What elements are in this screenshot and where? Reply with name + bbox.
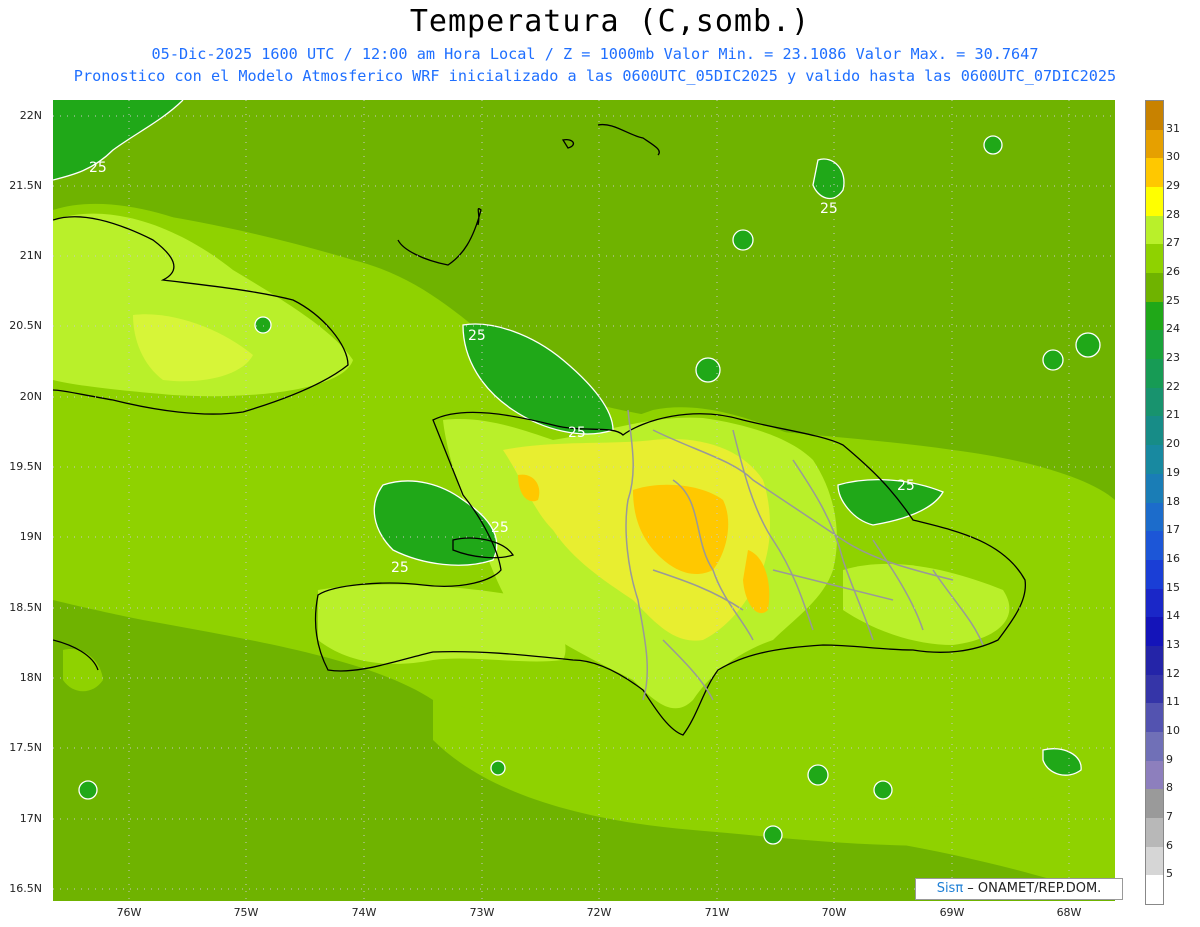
lon-label: 68W bbox=[1056, 906, 1082, 919]
colorbar-cell bbox=[1146, 101, 1163, 131]
lat-label: 19N bbox=[19, 530, 42, 543]
colorbar-label: 18 bbox=[1166, 494, 1180, 508]
colorbar-cell bbox=[1146, 473, 1163, 503]
contour-label: 25 bbox=[391, 560, 409, 576]
colorbar-label: 17 bbox=[1166, 523, 1180, 537]
lat-label: 22N bbox=[19, 109, 42, 122]
sispi-logo-text: Sisπ bbox=[936, 881, 964, 896]
colorbar-cell bbox=[1146, 817, 1163, 848]
colorbar-label: 25 bbox=[1166, 293, 1180, 307]
colorbar-label: 30 bbox=[1166, 150, 1180, 164]
colorbar-label: 12 bbox=[1166, 666, 1180, 680]
lon-label: 70W bbox=[821, 906, 847, 919]
field-24-nw bbox=[53, 100, 183, 180]
colorbar-label: 14 bbox=[1166, 609, 1180, 623]
colorbar-label: 24 bbox=[1166, 322, 1180, 336]
colorbar-cell bbox=[1146, 531, 1163, 561]
coast-tci-2 bbox=[561, 138, 575, 149]
colorbar-cell bbox=[1146, 387, 1163, 417]
contour-label: 25 bbox=[89, 160, 107, 176]
colorbar-cell bbox=[1146, 502, 1163, 532]
colorbar-cell bbox=[1146, 215, 1163, 245]
colorbar-label: 22 bbox=[1166, 379, 1180, 393]
colorbar-cell bbox=[1146, 588, 1163, 618]
colorbar-cell bbox=[1146, 416, 1163, 446]
colorbar-label: 7 bbox=[1166, 809, 1173, 823]
lon-label: 73W bbox=[469, 906, 495, 919]
contour-label: 25 bbox=[468, 328, 486, 344]
colorbar-cell bbox=[1146, 244, 1163, 274]
temperature-colorbar bbox=[1145, 100, 1164, 905]
colorbar-cell bbox=[1146, 158, 1163, 188]
colorbar-label: 11 bbox=[1166, 695, 1180, 709]
lon-label: 69W bbox=[939, 906, 965, 919]
colorbar-cell bbox=[1146, 645, 1163, 676]
colorbar-label: 10 bbox=[1166, 723, 1180, 737]
lat-label: 18N bbox=[19, 671, 42, 684]
lon-label: 76W bbox=[116, 906, 142, 919]
colorbar-label: 15 bbox=[1166, 580, 1180, 594]
map-subtitle-valid-time: 05-Dic-2025 1600 UTC / 12:00 am Hora Loc… bbox=[151, 45, 1039, 63]
temperature-map[interactable]: 25 25 25 25 25 25 25 bbox=[53, 100, 1115, 901]
field-24-jam bbox=[63, 649, 103, 692]
lat-label: 16.5N bbox=[9, 882, 42, 895]
colorbar-cell bbox=[1146, 674, 1163, 704]
colorbar-label: 21 bbox=[1166, 408, 1180, 422]
colorbar-cell bbox=[1146, 301, 1163, 331]
colorbar-label: 29 bbox=[1166, 179, 1180, 193]
contour-label: 25 bbox=[820, 201, 838, 217]
colorbar-label: 28 bbox=[1166, 207, 1180, 221]
colorbar-label: 6 bbox=[1166, 838, 1173, 852]
contour-label: 25 bbox=[897, 478, 915, 494]
colorbar-cell bbox=[1146, 187, 1163, 217]
lon-label: 72W bbox=[586, 906, 612, 919]
colorbar-cell bbox=[1146, 330, 1163, 360]
colorbar-cell bbox=[1146, 760, 1163, 790]
lat-label: 21.5N bbox=[9, 179, 42, 192]
contour-label: 25 bbox=[491, 520, 509, 536]
colorbar-label: 20 bbox=[1166, 437, 1180, 451]
colorbar-cell bbox=[1146, 789, 1163, 819]
colorbar-label: 16 bbox=[1166, 551, 1180, 565]
map-title: Temperatura (C,somb.) bbox=[409, 4, 811, 39]
colorbar-label: 31 bbox=[1166, 121, 1180, 135]
lat-label: 18.5N bbox=[9, 601, 42, 614]
lat-label: 20.5N bbox=[9, 319, 42, 332]
colorbar-cell bbox=[1146, 559, 1163, 590]
lat-label: 20N bbox=[19, 390, 42, 403]
colorbar-label: 8 bbox=[1166, 781, 1173, 795]
temperature-field-svg: 25 25 25 25 25 25 25 bbox=[53, 100, 1115, 901]
credit-box: Sisπ – ONAMET/REP.DOM. bbox=[915, 878, 1123, 900]
colorbar-label: 27 bbox=[1166, 236, 1180, 250]
lat-label: 21N bbox=[19, 249, 42, 262]
colorbar-cell bbox=[1146, 875, 1163, 905]
lat-label: 19.5N bbox=[9, 460, 42, 473]
colorbar-cell bbox=[1146, 273, 1163, 303]
lon-label: 74W bbox=[351, 906, 377, 919]
colorbar-label: 9 bbox=[1166, 752, 1173, 766]
colorbar-label: 5 bbox=[1166, 867, 1173, 881]
lat-label: 17N bbox=[19, 812, 42, 825]
coast-inagua bbox=[397, 208, 482, 266]
contour-label: 25 bbox=[568, 425, 586, 441]
colorbar-label: 13 bbox=[1166, 637, 1180, 651]
credit-text: – ONAMET/REP.DOM. bbox=[963, 881, 1102, 896]
colorbar-cell bbox=[1146, 703, 1163, 733]
colorbar-cell bbox=[1146, 359, 1163, 389]
colorbar-label: 23 bbox=[1166, 351, 1180, 365]
colorbar-label: 26 bbox=[1166, 265, 1180, 279]
colorbar-label: 19 bbox=[1166, 465, 1180, 479]
lon-label: 71W bbox=[704, 906, 730, 919]
colorbar-cell bbox=[1146, 129, 1163, 159]
colorbar-cell bbox=[1146, 846, 1163, 876]
colorbar-cell bbox=[1146, 445, 1163, 475]
map-subtitle-model-run: Pronostico con el Modelo Atmosferico WRF… bbox=[73, 67, 1117, 85]
colorbar-cell bbox=[1146, 617, 1163, 647]
coast-tci bbox=[597, 123, 660, 156]
lon-label: 75W bbox=[233, 906, 259, 919]
colorbar-cell bbox=[1146, 731, 1163, 762]
lat-label: 17.5N bbox=[9, 741, 42, 754]
